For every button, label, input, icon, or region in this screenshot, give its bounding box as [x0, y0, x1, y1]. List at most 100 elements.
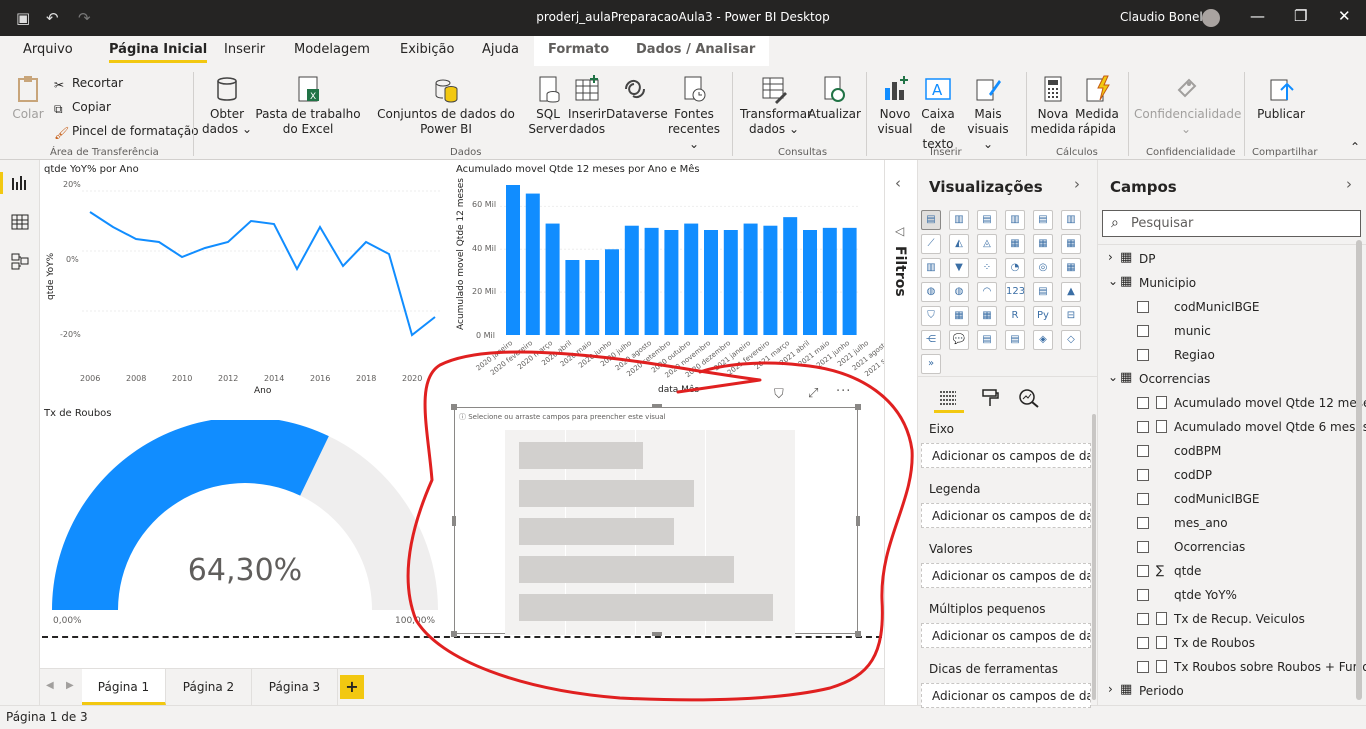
format-painter-button[interactable]: 🖌 Pincel de formatação [54, 124, 199, 140]
waterfall-icon[interactable]: ▥ [921, 258, 941, 278]
bar[interactable] [684, 223, 699, 335]
smart-narrative-icon[interactable]: ▤ [977, 330, 997, 350]
field-name[interactable]: munic [1174, 324, 1211, 338]
stacked-area-icon[interactable]: ◬ [977, 234, 997, 254]
tab-formato[interactable]: Formato [534, 36, 624, 66]
tab-ajuda[interactable]: Ajuda [482, 42, 519, 57]
field-name[interactable]: mes_ano [1174, 516, 1228, 530]
bar[interactable] [783, 217, 798, 335]
chevron-left-icon[interactable]: ‹ [895, 174, 901, 192]
quick-measure-button[interactable]: Medida rápida [1074, 74, 1120, 137]
resize-handle[interactable] [451, 631, 457, 637]
dataverse-button[interactable]: Dataverse [606, 74, 668, 122]
bar[interactable] [763, 225, 778, 335]
treemap-icon[interactable]: ▦ [1061, 258, 1081, 278]
clustered-bar-icon[interactable]: ▤ [977, 210, 997, 230]
collapse-ribbon-icon[interactable]: ⌃ [1350, 140, 1360, 154]
gauge-chart[interactable] [40, 420, 450, 620]
field-name[interactable]: Tx de Recup. Veiculos [1174, 612, 1305, 626]
field-name[interactable]: codMunicIBGE [1174, 300, 1260, 314]
resize-handle[interactable] [855, 631, 861, 637]
stacked-bar-icon[interactable]: ▤ [921, 210, 941, 230]
bar[interactable] [506, 185, 520, 335]
bar-chart[interactable] [500, 178, 860, 338]
tab-modelagem[interactable]: Modelagem [294, 42, 370, 57]
model-view-icon[interactable] [11, 252, 29, 270]
more-visuals-icon[interactable]: » [921, 354, 941, 374]
multi-row-card-icon[interactable]: ▤ [1033, 282, 1053, 302]
stacked-column-icon[interactable]: ▥ [949, 210, 969, 230]
fields-well-icon[interactable] [938, 388, 958, 408]
bar[interactable] [704, 230, 718, 335]
field-checkbox[interactable] [1137, 661, 1149, 673]
page-tab-3[interactable]: Página 3 [252, 669, 338, 705]
add-page-button[interactable]: + [340, 675, 364, 699]
donut-icon[interactable]: ◎ [1033, 258, 1053, 278]
get-data-button[interactable]: Obter dados ⌄ [200, 74, 254, 137]
field-checkbox[interactable] [1137, 349, 1149, 361]
area-icon[interactable]: ◭ [949, 234, 969, 254]
filters-pane-collapsed[interactable]: ‹ ◁ Filtros [884, 160, 918, 705]
user-name[interactable]: Claudio Bonel [1120, 10, 1203, 24]
power-automate-icon[interactable]: ◇ [1061, 330, 1081, 350]
field-name[interactable]: Ocorrencias [1174, 540, 1245, 554]
field-checkbox[interactable] [1137, 397, 1149, 409]
field-checkbox[interactable] [1137, 613, 1149, 625]
decomposition-tree-icon[interactable]: ⋲ [921, 330, 941, 350]
bar[interactable] [605, 249, 619, 335]
filter-icon[interactable]: ⛉ [774, 387, 784, 402]
sql-server-button[interactable]: SQL Server [528, 74, 568, 137]
bar[interactable] [644, 227, 659, 335]
power-apps-icon[interactable]: ◈ [1033, 330, 1053, 350]
tab-arquivo[interactable]: Arquivo [23, 42, 73, 57]
gauge-icon[interactable]: ◠ [977, 282, 997, 302]
bar[interactable] [822, 227, 837, 335]
field-checkbox[interactable] [1137, 325, 1149, 337]
card-icon[interactable]: 123 [1005, 282, 1025, 302]
avatar[interactable] [1202, 9, 1220, 27]
field-checkbox[interactable] [1137, 517, 1149, 529]
analytics-magnifier-icon[interactable] [1018, 388, 1040, 408]
resize-handle[interactable] [652, 632, 662, 636]
line-icon[interactable]: ⟋ [921, 234, 941, 254]
copy-button[interactable]: ⧉ Copiar [54, 100, 111, 116]
field-checkbox[interactable] [1137, 421, 1149, 433]
recent-sources-button[interactable]: Fontes recentes ⌄ [664, 74, 724, 152]
scrollbar[interactable] [1092, 414, 1096, 700]
close-icon[interactable]: ✕ [1338, 7, 1351, 25]
bar[interactable] [585, 260, 600, 335]
map-icon[interactable]: ◍ [921, 282, 941, 302]
bar[interactable] [624, 225, 639, 335]
series-line[interactable] [89, 211, 436, 337]
report-canvas[interactable]: qtde YoY% por Ano qtde YoY% 20% 0% -20% … [40, 160, 910, 668]
well-axis[interactable]: Adicionar os campos de da... [921, 443, 1091, 468]
scatter-icon[interactable]: ⁘ [977, 258, 997, 278]
chevron-right-icon[interactable]: › [1346, 175, 1352, 193]
field-checkbox[interactable] [1137, 565, 1149, 577]
chevron-down-icon[interactable]: ⌄ [1108, 274, 1118, 288]
chevron-right-icon[interactable]: › [1108, 682, 1113, 696]
bar[interactable] [525, 193, 540, 335]
tab-pagina-inicial[interactable]: Página Inicial [109, 42, 208, 63]
paginated-icon[interactable]: ▤ [1005, 330, 1025, 350]
page-tab-1[interactable]: Página 1 [82, 669, 166, 705]
table-name[interactable]: DP [1139, 252, 1155, 266]
ribbon-icon[interactable]: ▦ [1061, 234, 1081, 254]
filled-map-icon[interactable]: ◍ [949, 282, 969, 302]
field-name[interactable]: Regiao [1174, 348, 1215, 362]
tab-inserir[interactable]: Inserir [224, 42, 265, 57]
pie-icon[interactable]: ◔ [1005, 258, 1025, 278]
field-name[interactable]: Tx de Roubos [1174, 636, 1255, 650]
chevron-right-icon[interactable]: › [1108, 250, 1113, 264]
maximize-icon[interactable]: ❐ [1294, 7, 1307, 25]
next-page-icon[interactable]: ▶ [66, 680, 74, 691]
data-view-icon[interactable] [11, 213, 29, 231]
enter-data-button[interactable]: Inserir dados [568, 74, 606, 137]
chevron-down-icon[interactable]: ⌄ [1108, 370, 1118, 384]
tab-dados-analisar[interactable]: Dados / Analisar [622, 36, 770, 66]
sensitivity-button[interactable]: Confidencialidade ⌄ [1134, 74, 1241, 137]
bar[interactable] [664, 230, 679, 335]
clustered-column-icon[interactable]: ▥ [1005, 210, 1025, 230]
well-values[interactable]: Adicionar os campos de da... [921, 563, 1091, 588]
field-name[interactable]: qtde YoY% [1174, 588, 1237, 602]
